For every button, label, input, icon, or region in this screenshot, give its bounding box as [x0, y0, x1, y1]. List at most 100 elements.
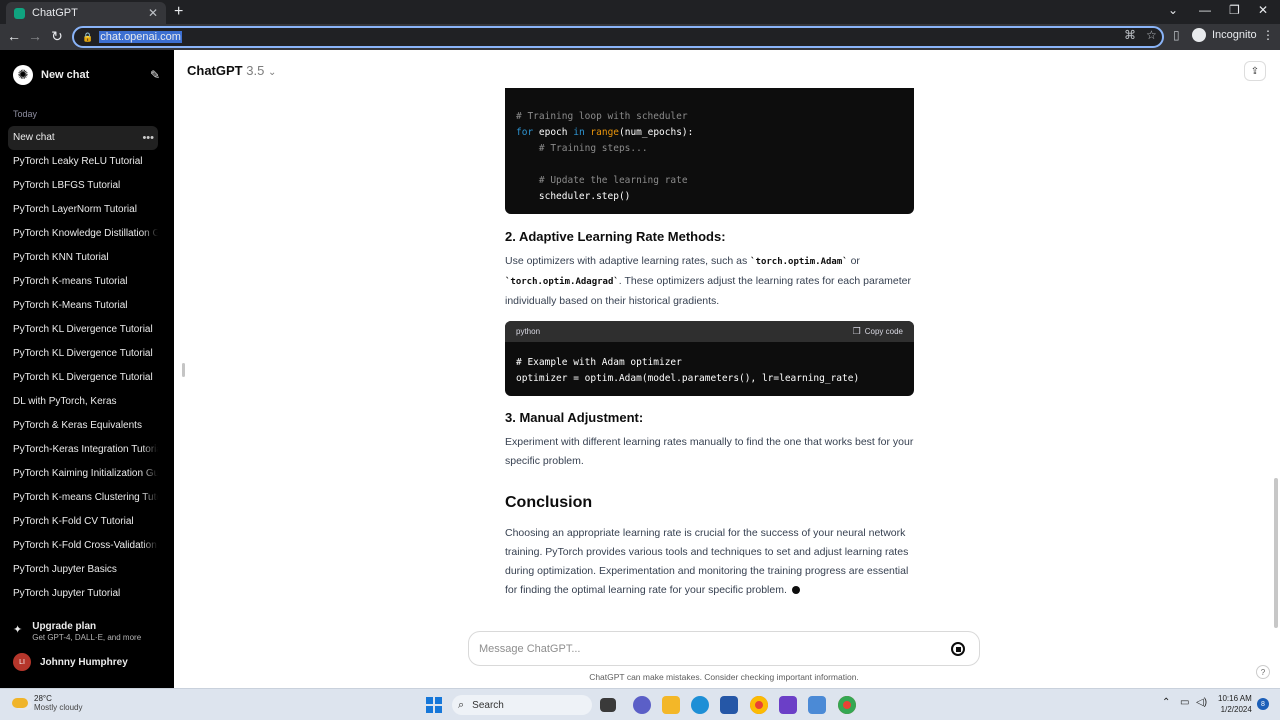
- chat-item[interactable]: PyTorch KL Divergence Tutorial: [8, 342, 158, 366]
- clock[interactable]: 10:16 AM 1/2/2024: [1218, 693, 1252, 715]
- code-line: # Training loop with scheduler: [516, 111, 688, 122]
- upgrade-plan-button[interactable]: ✦ Upgrade plan Get GPT-4, DALL·E, and mo…: [13, 621, 141, 642]
- chat-item-label: PyTorch K-Fold Cross-Validation T: [13, 540, 158, 551]
- store-icon[interactable]: [720, 696, 738, 714]
- user-menu[interactable]: LI Johnny Humphrey: [13, 653, 128, 671]
- streaming-cursor-icon: [791, 586, 800, 594]
- model-selector[interactable]: ChatGPT 3.5 ⌄: [187, 63, 276, 78]
- chat-item-label: PyTorch KL Divergence Tutorial: [13, 348, 153, 359]
- browser-tab[interactable]: ChatGPT ✕: [6, 2, 166, 24]
- avatar: LI: [13, 653, 31, 671]
- new-chat-button[interactable]: ✺ New chat ✎: [8, 62, 166, 88]
- code-line: optimizer = optim.Adam(model.parameters(…: [516, 373, 860, 384]
- restore-icon[interactable]: ❐: [1229, 3, 1240, 17]
- chat-item-label: PyTorch K-Fold CV Tutorial: [13, 516, 134, 527]
- sidebar: ✺ New chat ✎ Today New chat ••• PyTorch …: [0, 50, 174, 688]
- chat-item[interactable]: PyTorch Jupyter Basics: [8, 558, 158, 582]
- edge-icon[interactable]: [691, 696, 709, 714]
- upgrade-subtitle: Get GPT-4, DALL·E, and more: [32, 633, 142, 642]
- message-input[interactable]: [479, 640, 919, 658]
- tab-search-icon[interactable]: ⌄: [1168, 3, 1178, 17]
- chat-item[interactable]: DL with PyTorch, Keras: [8, 390, 158, 414]
- chat-item[interactable]: PyTorch KL Divergence Tutorial: [8, 318, 158, 342]
- chevron-up-icon[interactable]: ⌃: [1162, 697, 1170, 708]
- code-line: scheduler.step(): [516, 191, 631, 202]
- incognito-icon: [1192, 28, 1206, 42]
- main-header: ChatGPT 3.5 ⌄ ⇪: [174, 50, 1280, 88]
- chat-item[interactable]: PyTorch Jupyter Tutorial: [8, 582, 158, 606]
- address-bar[interactable]: 🔒 chat.openai.com: [72, 26, 1164, 48]
- bookmark-star-icon[interactable]: ☆: [1146, 28, 1157, 42]
- forward-icon[interactable]: →: [26, 28, 44, 44]
- chat-item[interactable]: PyTorch K-means Tutorial: [8, 270, 158, 294]
- chat-history-list: New chat ••• PyTorch Leaky ReLU Tutorial…: [8, 126, 158, 606]
- taskbar-search[interactable]: ⌕ Search: [452, 695, 592, 715]
- chat-item[interactable]: PyTorch KL Divergence Tutorial: [8, 366, 158, 390]
- chat-item[interactable]: PyTorch K-Means Tutorial: [8, 294, 158, 318]
- user-name: Johnny Humphrey: [40, 656, 128, 668]
- chatgpt-favicon-icon: [14, 7, 25, 19]
- chat-item[interactable]: PyTorch K-means Clustering Tuto: [8, 486, 158, 510]
- chat-item[interactable]: PyTorch Kaiming Initialization Gu: [8, 462, 158, 486]
- sidebar-collapse-handle[interactable]: [182, 363, 185, 377]
- taskbar: 28°C Mostly cloudy ⌕ Search ⌃ ▭ ◁) 10:16…: [0, 688, 1280, 720]
- chat-item-label: PyTorch KL Divergence Tutorial: [13, 324, 153, 335]
- share-button[interactable]: ⇪: [1244, 61, 1266, 81]
- chat-item-label: PyTorch KNN Tutorial: [13, 252, 109, 263]
- side-panel-icon[interactable]: ▯: [1173, 28, 1180, 42]
- app-icon[interactable]: [808, 696, 826, 714]
- chat-item[interactable]: PyTorch LayerNorm Tutorial: [8, 198, 158, 222]
- chat-item-label: PyTorch-Keras Integration Tutoria: [13, 444, 158, 455]
- app-icon[interactable]: [779, 696, 797, 714]
- eye-off-icon[interactable]: ⌘: [1124, 28, 1136, 42]
- scrollbar[interactable]: [1274, 478, 1278, 628]
- minimize-icon[interactable]: —: [1199, 3, 1211, 17]
- stop-generating-button[interactable]: [951, 642, 965, 656]
- copy-code-button[interactable]: ❐ Copy code: [853, 326, 903, 337]
- window-close-icon[interactable]: ✕: [1258, 3, 1268, 17]
- more-options-icon[interactable]: •••: [142, 126, 154, 150]
- chat-item[interactable]: PyTorch Knowledge Distillation G: [8, 222, 158, 246]
- model-version: 3.5: [246, 63, 265, 78]
- clock-time: 10:16 AM: [1218, 694, 1252, 703]
- code-block: # Training loop with scheduler for epoch…: [505, 88, 914, 214]
- chat-item[interactable]: PyTorch Leaky ReLU Tutorial: [8, 150, 158, 174]
- chat-item[interactable]: PyTorch K-Fold CV Tutorial: [8, 510, 158, 534]
- chat-item-label: PyTorch Jupyter Basics: [13, 564, 117, 575]
- code-line: # Example with Adam optimizer: [516, 357, 682, 368]
- network-icon[interactable]: ▭: [1180, 697, 1189, 708]
- file-explorer-icon[interactable]: [662, 696, 680, 714]
- chat-item-label: PyTorch K-Means Tutorial: [13, 300, 128, 311]
- url-text[interactable]: chat.openai.com: [99, 31, 182, 43]
- chat-item-label: PyTorch Kaiming Initialization Gu: [13, 468, 158, 479]
- new-tab-button[interactable]: +: [174, 3, 183, 21]
- incognito-indicator[interactable]: Incognito: [1192, 28, 1257, 42]
- chat-item[interactable]: PyTorch & Keras Equivalents: [8, 414, 158, 438]
- notification-badge[interactable]: 8: [1257, 698, 1269, 710]
- chat-item[interactable]: PyTorch K-Fold Cross-Validation T: [8, 534, 158, 558]
- section-heading: 2. Adaptive Learning Rate Methods:: [505, 229, 726, 244]
- task-view-icon[interactable]: [600, 698, 616, 712]
- help-button[interactable]: ?: [1256, 665, 1270, 679]
- chrome-icon[interactable]: [750, 696, 768, 714]
- back-icon[interactable]: ←: [5, 28, 23, 44]
- code-block: python ❐ Copy code # Example with Adam o…: [505, 321, 914, 396]
- windows-start-icon[interactable]: [426, 697, 442, 713]
- chat-item-label: PyTorch LayerNorm Tutorial: [13, 204, 137, 215]
- chat-item[interactable]: New chat •••: [8, 126, 158, 150]
- code-line: # Training steps...: [516, 143, 648, 154]
- volume-icon[interactable]: ◁): [1196, 697, 1207, 708]
- chat-item[interactable]: PyTorch KNN Tutorial: [8, 246, 158, 270]
- paragraph: Experiment with different learning rates…: [505, 436, 914, 467]
- chat-item[interactable]: PyTorch-Keras Integration Tutoria: [8, 438, 158, 462]
- menu-kebab-icon[interactable]: ⋮: [1262, 28, 1274, 42]
- weather-widget[interactable]: 28°C Mostly cloudy: [12, 694, 82, 712]
- teams-chat-icon[interactable]: [633, 696, 651, 714]
- section-heading: 3. Manual Adjustment:: [505, 410, 644, 425]
- chrome-incognito-icon[interactable]: [838, 696, 856, 714]
- reload-icon[interactable]: ↻: [48, 28, 66, 45]
- chat-item[interactable]: PyTorch LBFGS Tutorial: [8, 174, 158, 198]
- tab-close-icon[interactable]: ✕: [148, 6, 158, 20]
- edit-icon[interactable]: ✎: [150, 68, 160, 82]
- chat-item-label: PyTorch Knowledge Distillation G: [13, 228, 158, 239]
